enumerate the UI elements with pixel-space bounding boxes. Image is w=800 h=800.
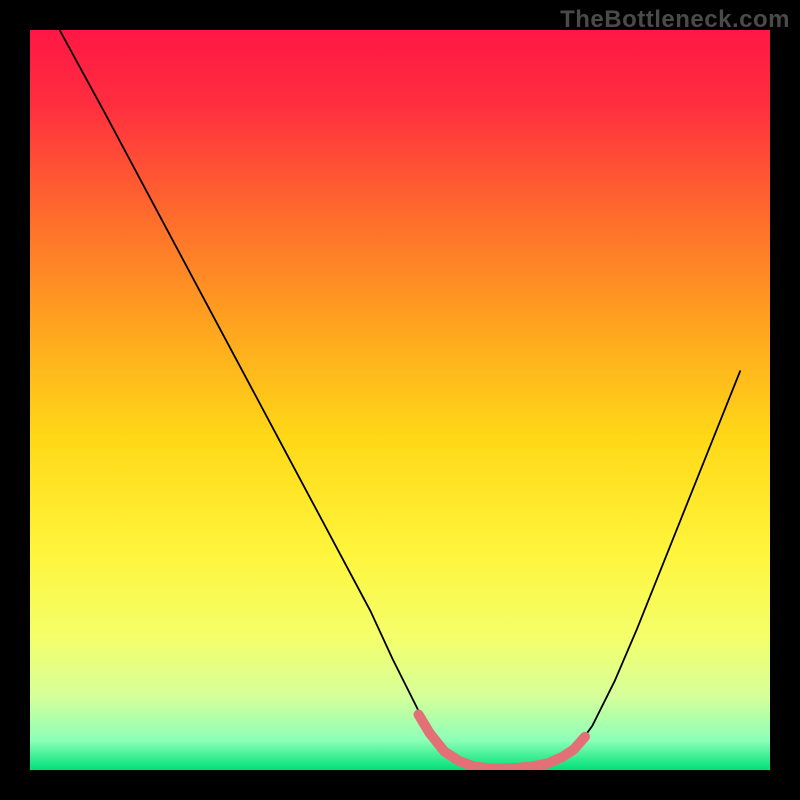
chart-area [30,30,770,770]
chart-background [30,30,770,770]
chart-svg [30,30,770,770]
watermark-text: TheBottleneck.com [560,6,790,34]
